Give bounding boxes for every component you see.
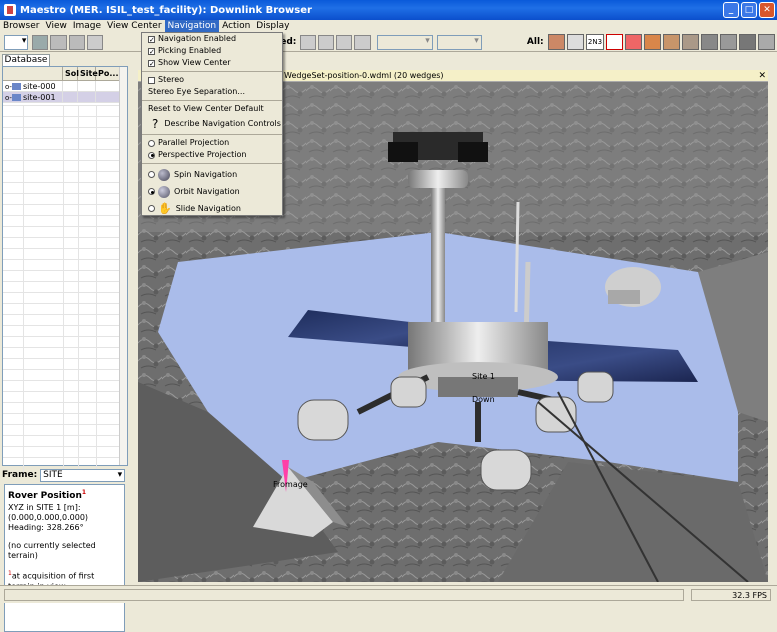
hand-icon: ✋ xyxy=(158,201,172,215)
show-view-center-item[interactable]: ✓ Show View Center xyxy=(142,57,282,69)
view-title: WedgeSet-position-0.wdml (20 wedges) xyxy=(284,71,444,80)
radio-icon xyxy=(148,151,155,159)
frame-label: Frame: xyxy=(2,470,38,480)
navigation-enabled-item[interactable]: ✓ Navigation Enabled xyxy=(142,33,282,45)
stereo-item[interactable]: Stereo xyxy=(142,74,282,86)
menubar: Browser View Image View Center Navigatio… xyxy=(0,20,777,33)
table-row[interactable]: o-site-001 xyxy=(3,92,127,103)
perspective-projection-item[interactable]: Perspective Projection xyxy=(142,149,282,161)
texture-mesh-icon[interactable] xyxy=(701,34,719,50)
selected-dropdown-2[interactable] xyxy=(436,34,482,50)
app-icon xyxy=(4,4,16,16)
texture-stripe-icon[interactable] xyxy=(663,34,681,50)
radio-icon xyxy=(148,139,155,147)
menu-view[interactable]: View xyxy=(42,20,69,33)
window-titlebar: Maestro (MER. ISIL_test_facility): Downl… xyxy=(0,0,777,20)
all-mesh-icon[interactable] xyxy=(566,34,584,50)
texture-rock-icon[interactable] xyxy=(682,34,700,50)
minimize-button[interactable]: _ xyxy=(723,2,739,18)
site-label[interactable]: Site 1 xyxy=(472,372,495,381)
menu-image[interactable]: Image xyxy=(70,20,104,33)
texture-sand-icon[interactable] xyxy=(644,34,662,50)
all-red-box-icon[interactable] xyxy=(606,34,624,50)
toolbar: Selected: All: 2N3 xyxy=(0,33,777,52)
rover-position-title: Rover Position1 xyxy=(8,489,87,501)
column-name[interactable] xyxy=(3,67,63,80)
navigation-menu: ✓ Navigation Enabled ✓ Picking Enabled ✓ Sh… xyxy=(141,32,283,216)
maximize-button[interactable]: □ xyxy=(741,2,757,18)
status-bar: 32.3 FPS xyxy=(0,585,777,603)
folder-icon xyxy=(11,94,21,101)
all-combo-box[interactable]: 2N3 xyxy=(585,34,605,50)
table-grid xyxy=(3,105,120,475)
spin-globe-icon xyxy=(158,168,170,181)
texture-dark-icon[interactable] xyxy=(739,34,757,50)
help-icon: ? xyxy=(152,116,159,131)
all-grid-icon[interactable] xyxy=(625,34,643,50)
window-title: Maestro (MER. ISIL_test_facility): Downl… xyxy=(20,4,312,16)
spin-navigation-item[interactable]: Spin Navigation xyxy=(142,166,282,183)
tab-database[interactable]: Database xyxy=(2,54,50,66)
frame-select[interactable]: SITE xyxy=(40,468,126,482)
selected-box-icon[interactable] xyxy=(354,34,371,50)
rover-no-selection: (no currently selected terrain) xyxy=(8,541,96,560)
fps-readout: 32.3 FPS xyxy=(691,589,771,601)
row-name: site-000 xyxy=(22,82,56,91)
database-table: Sol Site Po... o-site-000 o-site-001 xyxy=(2,66,128,475)
checkbox-icon: ✓ xyxy=(148,47,155,56)
radio-icon xyxy=(148,205,155,212)
grid-icon[interactable] xyxy=(32,34,49,50)
column-po[interactable]: Po... xyxy=(96,67,120,80)
selected-terrain-icon[interactable] xyxy=(300,34,317,50)
folder-icon xyxy=(11,83,21,90)
edit-icon[interactable] xyxy=(86,34,103,50)
rover-xyz-label: XYZ in SITE 1 [m]: xyxy=(8,503,81,512)
rover-heading: Heading: 328.266° xyxy=(8,523,84,532)
selected-dropdown[interactable] xyxy=(376,34,433,50)
texture-gray-icon[interactable] xyxy=(720,34,738,50)
row-name: site-001 xyxy=(22,93,56,102)
selected-points-icon[interactable] xyxy=(336,34,353,50)
stereo-eye-separation-item[interactable]: Stereo Eye Separation... xyxy=(142,86,282,98)
column-sol[interactable]: Sol xyxy=(63,67,79,80)
all-terrain-icon[interactable] xyxy=(547,34,565,50)
frame-row: Frame: SITE xyxy=(2,468,130,482)
radio-icon xyxy=(148,171,155,178)
orbit-globe-icon xyxy=(158,185,170,198)
column-site[interactable]: Site xyxy=(78,67,98,80)
select-mode-combo[interactable] xyxy=(4,34,29,50)
texture-light-icon[interactable] xyxy=(758,34,776,50)
layer-icon[interactable] xyxy=(50,34,67,50)
table-scrollbar[interactable] xyxy=(119,67,127,465)
picking-enabled-item[interactable]: ✓ Picking Enabled xyxy=(142,45,282,57)
close-button[interactable]: ✕ xyxy=(759,2,775,18)
rover-xyz-value: (0.000,0.000,0.000) xyxy=(8,513,89,522)
layers-icon[interactable] xyxy=(68,34,85,50)
table-header: Sol Site Po... xyxy=(3,67,127,81)
selected-mesh-icon[interactable] xyxy=(318,34,335,50)
left-panel: Database Sol Site Po... o-site-000 o-sit… xyxy=(0,52,135,632)
fromage-label[interactable]: Fromage xyxy=(273,480,308,489)
reset-view-center-item[interactable]: Reset to View Center Default xyxy=(142,103,282,115)
describe-controls-item[interactable]: ? Describe Navigation Controls xyxy=(142,115,282,132)
checkbox-icon xyxy=(148,76,155,84)
orbit-navigation-item[interactable]: Orbit Navigation xyxy=(142,183,282,200)
down-label[interactable]: Down xyxy=(472,395,495,404)
rover-position-panel: Rover Position1 XYZ in SITE 1 [m]: (0.00… xyxy=(4,484,125,632)
slide-navigation-item[interactable]: ✋ Slide Navigation xyxy=(142,200,282,217)
view-close-icon[interactable]: ✕ xyxy=(758,70,766,82)
checkbox-icon: ✓ xyxy=(148,35,155,44)
menu-browser[interactable]: Browser xyxy=(0,20,42,33)
parallel-projection-item[interactable]: Parallel Projection xyxy=(142,137,282,149)
status-message xyxy=(4,589,684,601)
table-row[interactable]: o-site-000 xyxy=(3,81,127,92)
all-label: All: xyxy=(526,37,544,47)
checkbox-icon: ✓ xyxy=(148,59,155,68)
radio-icon xyxy=(148,188,155,195)
